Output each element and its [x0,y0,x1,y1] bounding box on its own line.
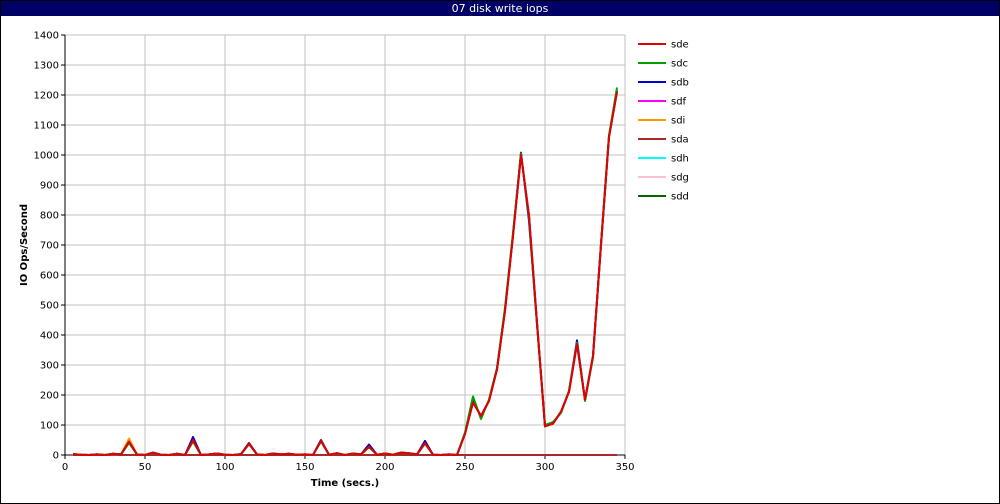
y-tick-label: 1100 [34,121,59,132]
legend-label-sdc: sdc [671,59,688,70]
y-tick-label: 400 [40,331,59,342]
legend-label-sda: sda [671,135,689,146]
y-axis-label: IO Ops/Second [19,204,30,286]
y-tick-label: 200 [40,391,59,402]
legend-label-sdb: sdb [671,78,689,89]
y-tick-label: 1200 [34,91,59,102]
legend-label-sdf: sdf [671,97,687,108]
legend-label-sdd: sdd [671,192,689,203]
x-axis-label: Time (secs.) [311,478,380,489]
legend-label-sde: sde [671,40,689,51]
y-tick-label: 800 [40,211,59,222]
y-tick-label: 0 [53,451,59,462]
x-tick-label: 200 [375,462,394,473]
legend-label-sdg: sdg [671,173,689,184]
x-tick-label: 150 [295,462,314,473]
y-tick-label: 1400 [34,31,59,42]
x-tick-label: 350 [615,462,634,473]
chart-svg: 0100200300400500600700800900100011001200… [19,31,689,490]
y-tick-label: 1300 [34,61,59,72]
y-tick-label: 300 [40,361,59,372]
legend-label-sdi: sdi [671,116,685,127]
y-tick-label: 500 [40,301,59,312]
y-tick-label: 100 [40,421,59,432]
x-tick-label: 100 [215,462,234,473]
y-tick-label: 900 [40,181,59,192]
x-tick-label: 300 [535,462,554,473]
legend-label-sdh: sdh [671,154,689,165]
x-tick-label: 0 [62,462,68,473]
y-tick-label: 1000 [34,151,59,162]
x-tick-label: 250 [455,462,474,473]
x-tick-label: 50 [139,462,152,473]
y-tick-label: 600 [40,271,59,282]
y-tick-label: 700 [40,241,59,252]
